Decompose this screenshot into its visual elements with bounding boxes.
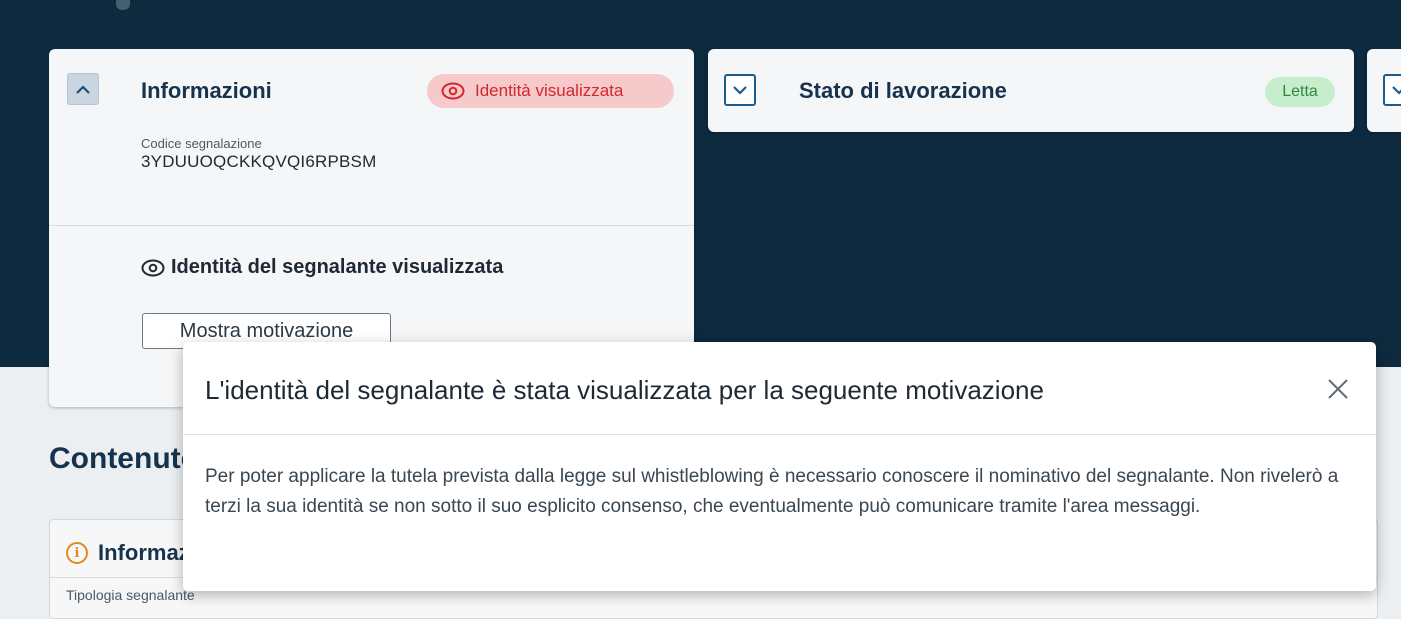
status-card: Stato di lavorazione Letta <box>708 49 1354 132</box>
field-label: Tipologia segnalante <box>66 587 195 603</box>
eye-icon <box>141 259 165 276</box>
card-divider <box>49 225 694 226</box>
identity-viewed-badge: Identità visualizzata <box>427 74 674 108</box>
identity-viewed-badge-label: Identità visualizzata <box>475 81 624 100</box>
header-title-fragment <box>116 0 130 10</box>
collapse-toggle-button[interactable] <box>67 73 99 105</box>
info-circle-icon: i <box>66 542 88 564</box>
modal-body: Per poter applicare la tutela prevista d… <box>205 466 1339 517</box>
status-card-title: Stato di lavorazione <box>799 78 1007 103</box>
expand-toggle-button-2[interactable] <box>1383 74 1401 106</box>
reason-modal: L'identità del segnalante è stata visual… <box>183 342 1376 591</box>
code-label: Codice segnalazione <box>141 136 262 151</box>
chevron-down-icon <box>1392 85 1401 95</box>
modal-title: L'identità del segnalante è stata visual… <box>205 375 1044 405</box>
identity-status: Identità del segnalante visualizzata <box>141 256 503 279</box>
third-card <box>1367 49 1401 132</box>
read-status-badge: Letta <box>1265 77 1335 107</box>
modal-divider <box>183 434 1376 435</box>
identity-status-label: Identità del segnalante visualizzata <box>171 256 504 278</box>
code-value: 3YDUUOQCKKQVQI6RPBSM <box>141 152 377 171</box>
content-section-title: Contenuto <box>49 442 199 475</box>
chevron-down-icon <box>733 85 747 95</box>
info-card-title: Informazioni <box>141 78 272 103</box>
eye-icon <box>441 82 465 100</box>
expand-toggle-button[interactable] <box>724 74 756 106</box>
modal-close-button[interactable] <box>1323 374 1353 404</box>
close-icon <box>1328 379 1348 399</box>
chevron-up-icon <box>76 84 90 94</box>
